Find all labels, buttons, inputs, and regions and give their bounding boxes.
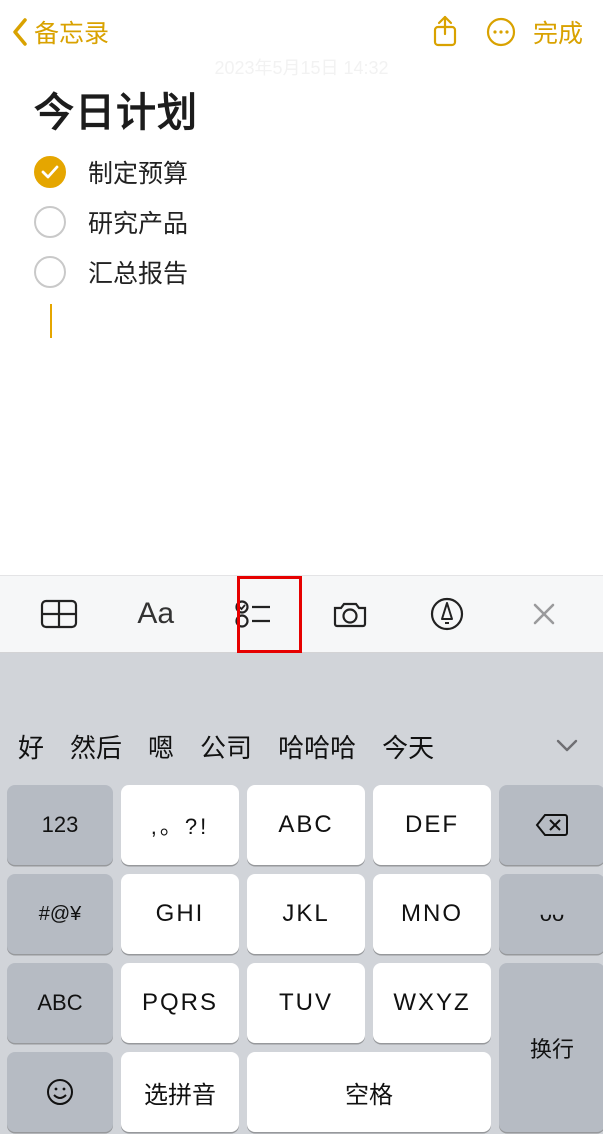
note-body[interactable]: 今日计划 制定预算 研究产品 汇总报告 (0, 74, 603, 338)
key-punct[interactable]: ,。?! (121, 785, 239, 865)
suggestion[interactable]: 好 (18, 728, 44, 765)
key-abc[interactable]: ABC (247, 785, 365, 865)
suggestion[interactable]: 公司 (200, 728, 252, 765)
pen-circle-icon (430, 597, 464, 631)
note-title[interactable]: 今日计划 (34, 80, 569, 138)
key-emoji[interactable] (7, 1052, 113, 1132)
table-icon (40, 599, 78, 629)
checklist-item[interactable]: 制定预算 (34, 154, 569, 190)
share-button[interactable] (417, 10, 473, 54)
emoji-icon (45, 1077, 75, 1107)
close-icon (531, 601, 557, 627)
back-label: 备忘录 (34, 14, 109, 50)
key-pqrs[interactable]: PQRS (121, 963, 239, 1043)
camera-icon (331, 599, 369, 629)
expand-suggestions-button[interactable] (549, 728, 585, 764)
key-numbers[interactable]: 123 (7, 785, 113, 865)
key-ghi[interactable]: GHI (121, 874, 239, 954)
key-select-pinyin[interactable]: 选拼音 (121, 1052, 239, 1132)
keyboard: 好 然后 嗯 公司 哈哈哈 今天 123 ,。?! ABC DEF # (0, 653, 603, 1134)
checkbox-unchecked-icon[interactable] (34, 256, 66, 288)
key-backspace[interactable] (499, 785, 603, 865)
key-space[interactable]: 空格 (247, 1052, 491, 1132)
keypad: 123 ,。?! ABC DEF #@¥ GHI JKL MNO ᴗᴗ ABC … (0, 777, 603, 1132)
text-style-button[interactable]: Aa (116, 584, 196, 644)
ellipsis-circle-icon (486, 17, 516, 47)
done-button[interactable]: 完成 (529, 14, 589, 50)
backspace-icon (535, 813, 569, 837)
back-button[interactable]: 备忘录 (6, 14, 109, 50)
suggestion[interactable]: 今天 (382, 728, 434, 765)
key-mno[interactable]: MNO (373, 874, 491, 954)
note-timestamp: 2023年5月15日 14:32 (0, 54, 603, 74)
checklist-item-label: 研究产品 (88, 204, 188, 240)
key-wxyz[interactable]: WXYZ (373, 963, 491, 1043)
table-button[interactable] (19, 584, 99, 644)
dismiss-toolbar-button[interactable] (504, 584, 584, 644)
text-cursor (50, 304, 52, 338)
suggestion[interactable]: 哈哈哈 (278, 728, 356, 765)
suggestion[interactable]: 嗯 (148, 728, 174, 765)
checklist-item-label: 制定预算 (88, 154, 188, 190)
key-symbols[interactable]: #@¥ (7, 874, 113, 954)
key-tuv[interactable]: TUV (247, 963, 365, 1043)
chevron-down-icon (556, 739, 578, 753)
key-def[interactable]: DEF (373, 785, 491, 865)
checklist-button[interactable] (213, 584, 293, 644)
checkbox-unchecked-icon[interactable] (34, 206, 66, 238)
chevron-left-icon (6, 14, 34, 50)
checklist-item-label: 汇总报告 (88, 254, 188, 290)
checklist-icon (234, 598, 272, 630)
key-return[interactable]: 换行 (499, 963, 603, 1132)
key-latin-shift[interactable]: ABC (7, 963, 113, 1043)
suggestion-bar: 好 然后 嗯 公司 哈哈哈 今天 (0, 715, 603, 777)
text-style-label: Aa (137, 597, 174, 631)
camera-button[interactable] (310, 584, 390, 644)
markup-button[interactable] (407, 584, 487, 644)
checklist-item[interactable]: 汇总报告 (34, 254, 569, 290)
more-button[interactable] (473, 10, 529, 54)
checklist-item[interactable]: 研究产品 (34, 204, 569, 240)
key-jkl[interactable]: JKL (247, 874, 365, 954)
share-icon (431, 15, 459, 49)
checkbox-checked-icon[interactable] (34, 156, 66, 188)
key-kaomoji[interactable]: ᴗᴗ (499, 874, 603, 954)
suggestion[interactable]: 然后 (70, 728, 122, 765)
format-toolbar: Aa (0, 575, 603, 653)
